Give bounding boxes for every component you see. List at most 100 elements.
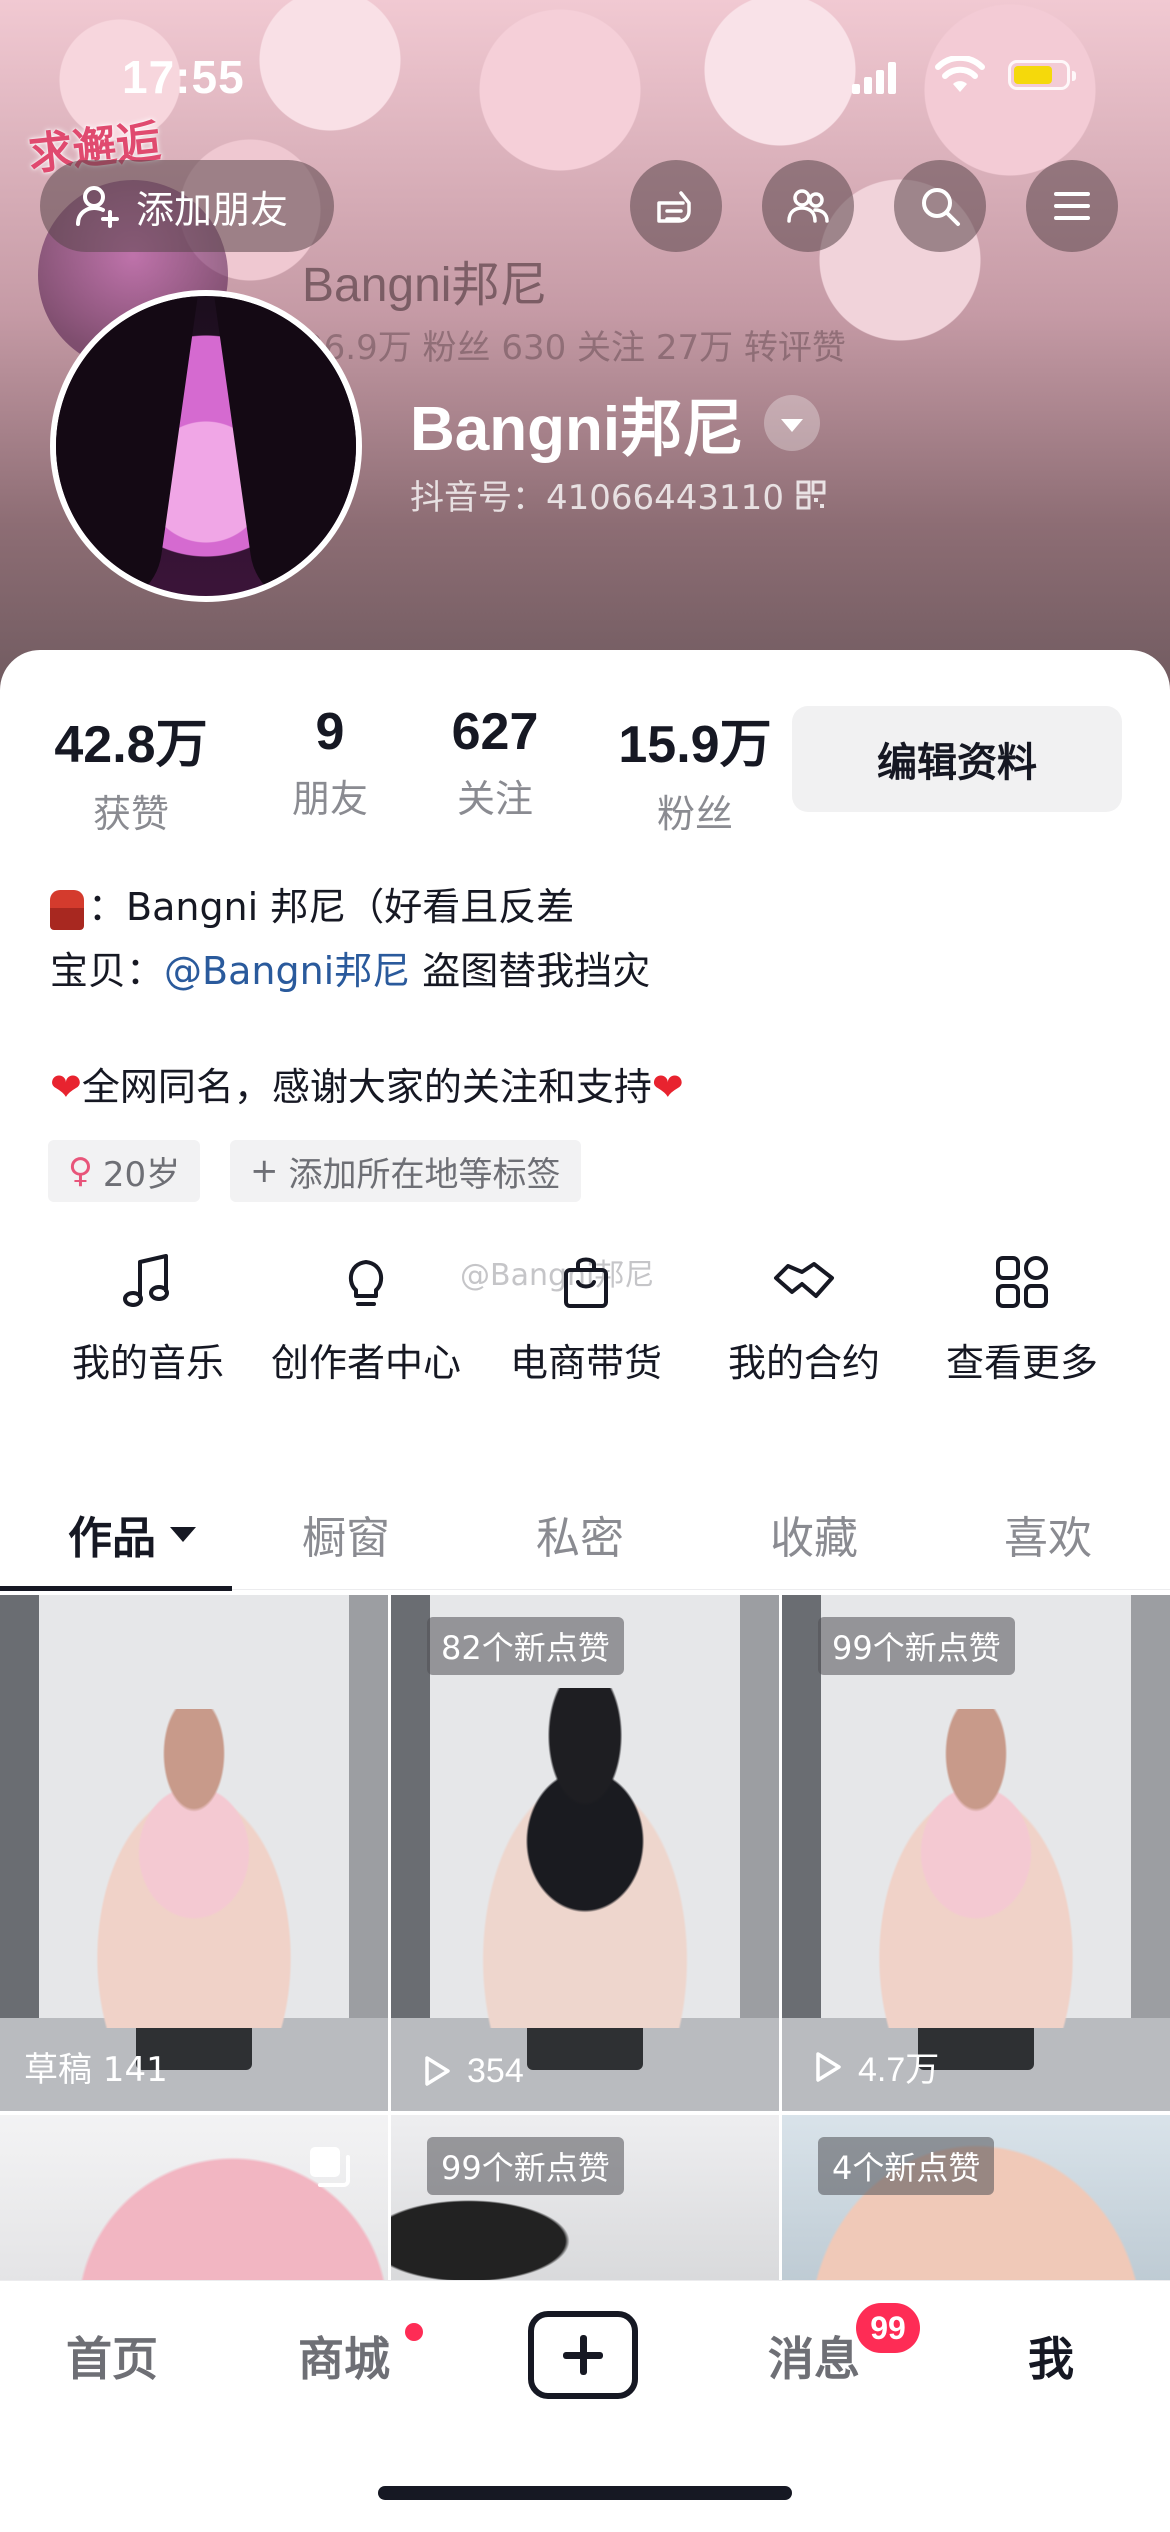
status-bar: 17:55 (0, 40, 1170, 110)
stat-likes-value: 42.8万 (54, 716, 208, 774)
tool-my-contract-label: 我的合约 (727, 1341, 880, 1385)
people-icon (787, 189, 829, 223)
tab-liked[interactable]: 喜欢 (1004, 1502, 1092, 1566)
scarf-emoji-icon (50, 889, 84, 930)
stat-likes[interactable]: 42.8万 获赞 (46, 702, 216, 838)
age-tag[interactable]: ♀ 20岁 (48, 1140, 201, 1202)
heart-emoji-icon: ❤ (651, 1065, 684, 1109)
bio-line-2-prefix: 宝贝： (50, 949, 165, 993)
tab-works-label: 作品 (68, 1513, 156, 1564)
hamburger-menu-icon (1054, 192, 1090, 220)
tab-showcase[interactable]: 橱窗 (302, 1502, 390, 1566)
tool-my-music-label: 我的音乐 (71, 1341, 224, 1385)
music-note-icon (123, 1254, 169, 1307)
stat-likes-label: 获赞 (92, 792, 169, 836)
tool-creator-center-label: 创作者中心 (270, 1341, 461, 1385)
add-friend-icon (76, 186, 119, 228)
handshake-icon (774, 1262, 834, 1298)
add-location-tag[interactable]: + 添加所在地等标签 (230, 1140, 581, 1202)
nav-mall[interactable]: 商城 (298, 2323, 390, 2389)
profile-card: 42.8万 获赞 9 朋友 627 关注 15.9万 粉丝 编辑资料 ：Bang… (0, 650, 1170, 2295)
stat-friends[interactable]: 9 朋友 (270, 702, 390, 823)
video-thumbnail[interactable]: 99个新点赞 4.7万 (782, 1595, 1170, 2111)
play-icon (816, 2051, 841, 2082)
new-likes-badge: 82个新点赞 (427, 1617, 624, 1675)
video-thumbnail[interactable]: 82个新点赞 354 (391, 1595, 779, 2111)
avatar[interactable] (50, 290, 362, 602)
new-likes-badge: 99个新点赞 (427, 2137, 624, 2195)
play-count: 4.7万 (806, 2042, 939, 2091)
douyin-id[interactable]: 抖音号：41066443110 (410, 470, 826, 519)
bio-mention-link[interactable]: @Bangni邦尼 (164, 949, 410, 993)
stat-followers-label: 粉丝 (656, 792, 733, 836)
stat-following[interactable]: 627 关注 (430, 702, 560, 823)
plus-icon: + (250, 1151, 279, 1191)
tool-my-contract[interactable]: 我的合约 (694, 1250, 914, 1387)
video-thumbnail[interactable]: 草稿 141 (0, 1595, 388, 2111)
stat-followers-value: 15.9万 (618, 716, 772, 774)
edit-profile-button[interactable]: 编辑资料 (792, 706, 1122, 812)
tool-creator-center[interactable]: 创作者中心 (256, 1250, 476, 1387)
stat-friends-value: 9 (315, 703, 345, 761)
stat-following-label: 关注 (456, 777, 533, 821)
active-tab-indicator (0, 1586, 232, 1591)
status-time: 17:55 (122, 51, 245, 103)
bio-line-1: ：Bangni 邦尼（好看且反差 (50, 875, 684, 939)
profile-nickname[interactable]: Bangni邦尼 (410, 378, 821, 468)
friends-button[interactable] (762, 160, 854, 252)
mall-notification-dot (405, 2323, 423, 2341)
bio-line-3: ❤全网同名，感谢大家的关注和支持❤ (50, 1055, 684, 1119)
play-count-text: 354 (467, 2051, 524, 2090)
tab-favorites[interactable]: 收藏 (770, 1502, 858, 1566)
stat-friends-label: 朋友 (291, 777, 368, 821)
tab-private[interactable]: 私密 (536, 1502, 624, 1566)
tool-see-more-label: 查看更多 (945, 1341, 1098, 1385)
lightbulb-icon (348, 1260, 384, 1306)
video-thumbnail[interactable] (0, 2115, 388, 2295)
stat-following-value: 627 (451, 703, 539, 761)
play-icon (425, 2056, 450, 2086)
tab-works[interactable]: 作品 (68, 1502, 196, 1566)
account-switch-chevron-icon[interactable] (764, 395, 821, 451)
home-indicator[interactable] (378, 2486, 792, 2500)
video-thumbnail[interactable]: 4个新点赞 (782, 2115, 1170, 2295)
visitor-button[interactable] (630, 160, 722, 252)
grid-icon (996, 1256, 1048, 1308)
play-count: 354 (415, 2051, 524, 2091)
wifi-icon (935, 56, 985, 92)
tool-my-music[interactable]: 我的音乐 (38, 1250, 258, 1387)
cellular-signal-icon (852, 62, 898, 94)
add-friend-button[interactable]: 添加朋友 (40, 160, 334, 252)
nav-me[interactable]: 我 (1028, 2323, 1074, 2389)
new-likes-badge: 4个新点赞 (818, 2137, 995, 2195)
video-thumbnail[interactable]: 99个新点赞 (391, 2115, 779, 2295)
search-button[interactable] (894, 160, 986, 252)
profile-banner[interactable]: 求邂逅 Bangni邦尼 26.9万 粉丝 630 关注 27万 转评赞 17:… (0, 0, 1170, 700)
multi-image-icon (310, 2147, 350, 2187)
caret-down-icon (170, 1526, 196, 1542)
messages-badge: 99 (856, 2303, 920, 2353)
tool-see-more[interactable]: 查看更多 (912, 1250, 1132, 1387)
nickname-text: Bangni邦尼 (410, 395, 745, 464)
pointing-hand-icon (657, 191, 691, 223)
tool-ecommerce[interactable]: 电商带货 (476, 1250, 696, 1387)
qr-code-icon[interactable] (796, 480, 826, 510)
nav-home[interactable]: 首页 (66, 2323, 158, 2389)
draft-count: 草稿 141 (24, 2050, 168, 2090)
heart-emoji-icon: ❤ (50, 1065, 82, 1109)
bio-line-2-suffix: 盗图替我挡灾 (410, 949, 651, 993)
bio-line-2: 宝贝：@Bangni邦尼 盗图替我挡灾 (50, 939, 684, 1003)
female-gender-icon: ♀ (68, 1151, 93, 1191)
menu-button[interactable] (1026, 160, 1118, 252)
age-tag-text: 20岁 (102, 1154, 181, 1195)
douyin-id-text: 抖音号：41066443110 (410, 478, 784, 518)
new-likes-badge: 99个新点赞 (818, 1617, 1015, 1675)
search-icon (922, 188, 960, 226)
tool-ecommerce-label: 电商带货 (509, 1341, 662, 1385)
nav-messages[interactable]: 消息 (768, 2323, 860, 2389)
create-button[interactable] (528, 2311, 638, 2399)
shopping-bag-icon (564, 1257, 608, 1308)
bio: ：Bangni 邦尼（好看且反差 宝贝：@Bangni邦尼 盗图替我挡灾 ❤全网… (50, 875, 684, 1119)
stat-followers[interactable]: 15.9万 粉丝 (610, 702, 780, 838)
add-friend-label: 添加朋友 (136, 187, 289, 232)
